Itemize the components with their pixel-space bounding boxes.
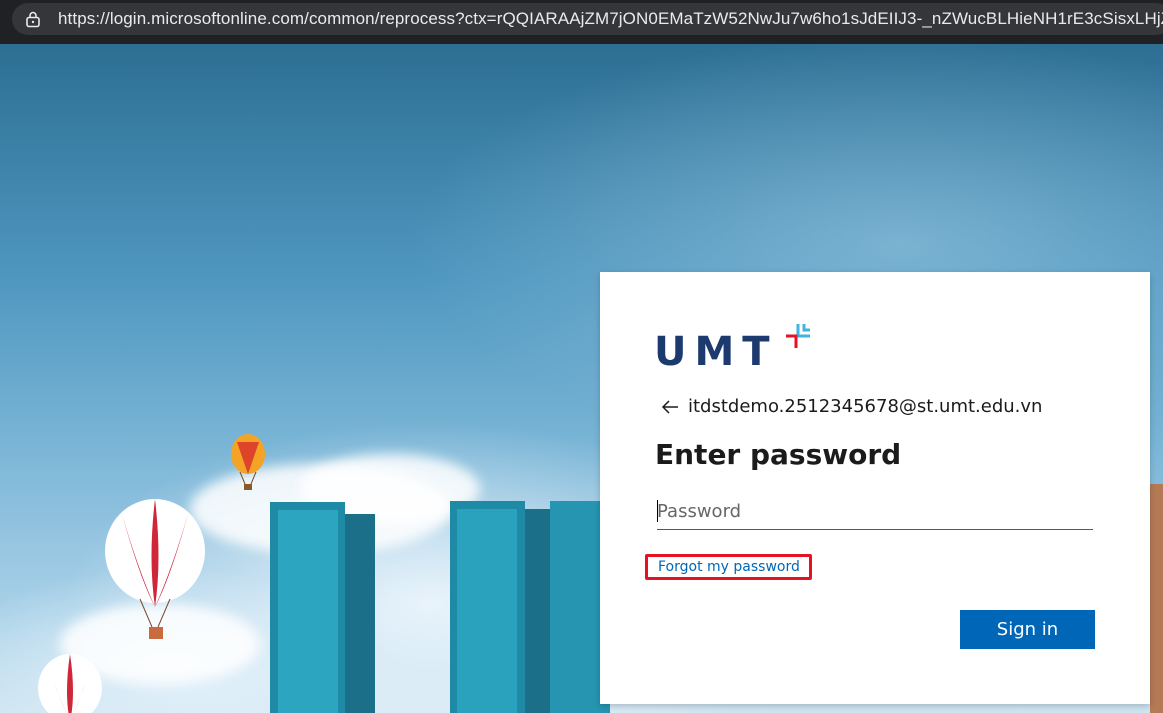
logo-text: UMT bbox=[654, 329, 778, 375]
highlight-box: Forgot my password bbox=[645, 554, 812, 580]
building-illustration bbox=[1150, 484, 1163, 713]
page-title: Enter password bbox=[655, 438, 902, 471]
url-field[interactable]: https://login.microsoftonline.com/common… bbox=[12, 3, 1163, 35]
sign-in-button[interactable]: Sign in bbox=[960, 610, 1095, 649]
building-illustration bbox=[270, 502, 375, 713]
umt-logo-mark-icon bbox=[786, 324, 810, 348]
login-card: UMT itdstdemo.2512345678@st.umt.edu.vn E… bbox=[600, 272, 1150, 704]
lock-icon[interactable] bbox=[24, 10, 42, 28]
account-email: itdstdemo.2512345678@st.umt.edu.vn bbox=[688, 396, 1043, 417]
hot-air-balloon bbox=[105, 499, 205, 639]
password-input[interactable] bbox=[657, 493, 1093, 530]
text-caret bbox=[657, 500, 658, 522]
back-arrow-icon[interactable] bbox=[660, 397, 680, 417]
hot-air-balloon bbox=[231, 434, 265, 490]
building-illustration bbox=[450, 501, 610, 713]
hot-air-balloon bbox=[38, 654, 102, 713]
umt-logo: UMT bbox=[654, 324, 810, 375]
browser-address-bar: https://login.microsoftonline.com/common… bbox=[0, 0, 1163, 44]
account-identity-row: itdstdemo.2512345678@st.umt.edu.vn bbox=[660, 396, 1042, 417]
forgot-password-link[interactable]: Forgot my password bbox=[658, 559, 800, 575]
url-text[interactable]: https://login.microsoftonline.com/common… bbox=[58, 9, 1163, 29]
